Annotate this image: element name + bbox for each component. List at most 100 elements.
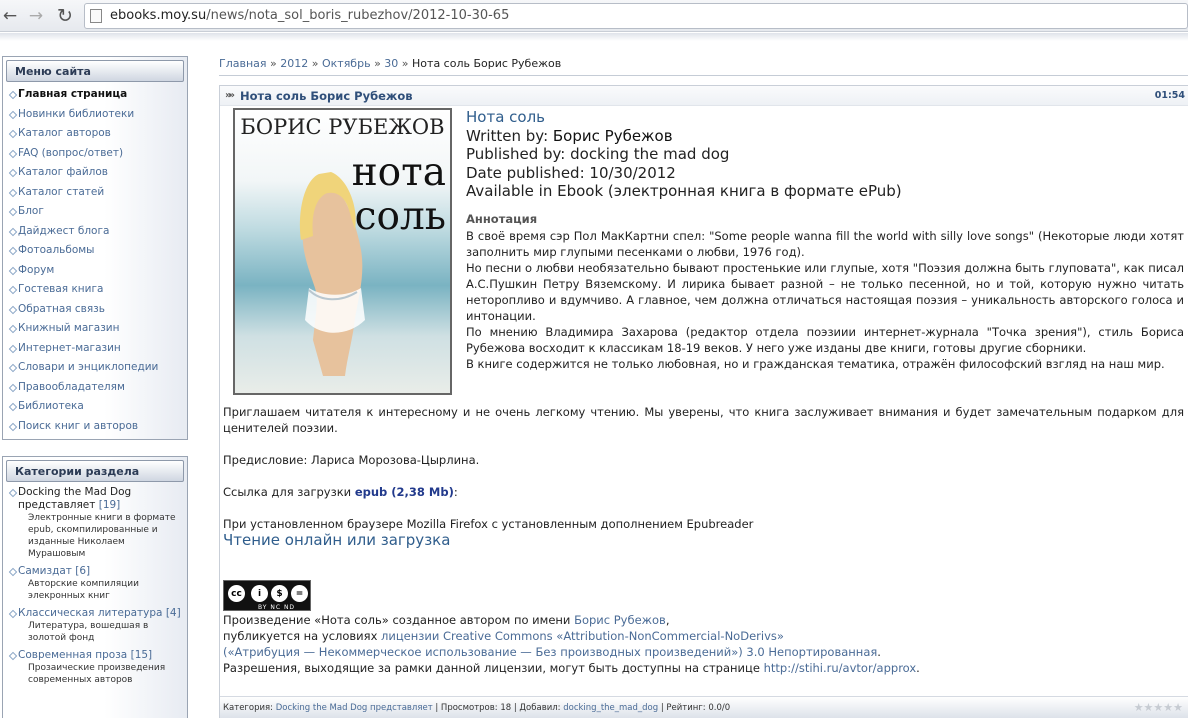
category-link[interactable]: Самиздат [18,565,72,577]
sidebar-menu-item[interactable]: Обратная связь [9,300,187,320]
rating-text: | Рейтинг: 0.0/0 [658,703,731,713]
license-text-part: . [877,645,881,659]
author-name: Борис Рубежов [552,126,673,145]
sidebar-menu-item[interactable]: Гостевая книга [9,280,187,300]
book-title[interactable]: Нота соль [466,108,902,127]
sidebar-menu-item[interactable]: Поиск книг и авторов [9,417,187,437]
breadcrumb-separator: » [270,57,277,70]
category-link[interactable]: Классическая литература [18,607,162,619]
double-arrow-icon: »» [225,90,235,101]
permissions-link[interactable]: http://stihi.ru/avtor/approx [764,661,917,675]
category-item: Самиздат [6] Авторские компиляции элекрон… [9,565,183,602]
license-line: («Атрибуция — Некоммерческое использован… [223,644,920,660]
categories-title: Категории раздела [6,460,184,482]
category-count: [19] [98,499,121,511]
annotation-paragraph: В своё время сэр Пол МакКартни спел: "So… [466,229,1184,259]
category-label: Категория: [223,703,276,713]
address-bar[interactable]: ebooks.moy.su/news/nota_sol_boris_rubezh… [84,3,1188,29]
person-icon: i [250,584,269,603]
sidebar-menu-item[interactable]: Каталог файлов [9,163,187,183]
sidebar-menu-item[interactable]: Дайджест блога [9,222,187,242]
sidebar-menu-item[interactable]: Библиотека [9,397,187,417]
sidebar-menu-item[interactable]: Интернет-магазин [9,339,187,359]
forward-icon[interactable]: → [26,6,46,26]
reload-icon[interactable]: ↻ [55,6,75,26]
author-link[interactable]: Борис Рубежов [574,613,666,627]
category-item: Классическая литература [4] Литература, в… [9,607,183,644]
sidebar-menu-item[interactable]: Словари и энциклопедии [9,358,187,378]
category-count: [6] [75,565,91,577]
annotation-text: В своё время сэр Пол МакКартни спел: "So… [466,228,1184,372]
browser-note: При установленном браузере Mozilla Firef… [223,517,754,531]
creative-commons-badge[interactable]: cc i $ = BY NC ND [223,580,311,611]
sidebar: Меню сайта Главная страница Новинки библи… [0,42,196,718]
license-text-part: публикуется на условиях [223,629,382,643]
sidebar-menu-item[interactable]: Книжный магазин [9,319,187,339]
sidebar-menu-item[interactable]: Фотоальбомы [9,241,187,261]
category-item: Современная проза [15] Прозаические произ… [9,649,183,686]
sidebar-menu-item[interactable]: Каталог авторов [9,124,187,144]
license-link[interactable]: лицензии Creative Commons «Attribution-N… [381,629,784,643]
breadcrumb-separator: » [401,57,409,70]
book-cover-image: БОРИС РУБЕЖОВ нота соль [233,108,452,395]
category-link[interactable]: Современная проза [18,649,127,661]
written-by: Written by: Борис Рубежов [466,127,902,146]
url-path: /news/nota_sol_boris_rubezhov/2012-10-30… [206,8,510,23]
read-online-link[interactable]: Чтение онлайн или загрузка [223,531,450,549]
entry-title[interactable]: Нота соль Борис Рубежов [240,89,413,103]
category-description: Прозаические произведения современных ав… [28,663,166,685]
category-title[interactable]: Современная проза [15] [18,649,183,662]
category-count: [15] [130,649,153,661]
license-line: Разрешения, выходящие за рамки данной ли… [223,660,920,676]
url-text[interactable]: ebooks.moy.su/news/nota_sol_boris_rubezh… [110,8,509,23]
breadcrumb-month[interactable]: Октябрь [322,57,371,70]
category-description: Литература, вошедшая в золотой фонд [28,621,149,643]
download-line: Ссылка для загрузки epub (2,38 Mb): [223,484,458,500]
header-strip [0,33,1188,41]
category-title[interactable]: Самиздат [6] [18,565,183,578]
breadcrumb-divider [219,75,1188,76]
category-description: Авторские компиляции элекронных книг [28,579,140,601]
annotation-paragraph: В книге содержится не только любовная, н… [466,357,1165,371]
sidebar-menu-item[interactable]: FAQ (вопрос/ответ) [9,144,187,164]
book-meta: Нота соль Written by: Борис Рубежов Publ… [466,108,902,201]
sidebar-menu-item[interactable]: Правообладателям [9,378,187,398]
published-by: Published by: docking the mad dog [466,145,730,163]
annotation-label: Аннотация [466,212,538,226]
sidebar-menu-item[interactable]: Форум [9,261,187,281]
license-text-part: . [916,661,920,675]
breadcrumb-current: Нота соль Борис Рубежов [412,57,562,70]
written-by-label: Written by: [466,126,553,145]
download-suffix: : [453,485,458,499]
category-title[interactable]: Классическая литература [4] [18,607,183,620]
category-title[interactable]: Docking the Mad Dog представляет [19] [18,486,183,512]
category-link[interactable]: Docking the Mad Dog представляет [276,703,433,713]
breadcrumb-day[interactable]: 30 [384,57,398,70]
breadcrumb-home[interactable]: Главная [219,57,267,70]
download-epub-link[interactable]: epub (2,38 Mb) [355,485,454,499]
sidebar-menu-item[interactable]: Каталог статей [9,183,187,203]
license-text: Произведение «Нота соль» созданное автор… [223,612,920,676]
browser-toolbar: ← → ↻ ebooks.moy.su/news/nota_sol_boris_… [0,0,1188,32]
breadcrumb-separator: » [311,57,319,70]
preface: Предисловие: Лариса Морозова-Цырлина. [223,453,480,467]
sidebar-menu-item[interactable]: Новинки библиотеки [9,105,187,125]
sidebar-menu-item[interactable]: Главная страница [9,85,187,105]
back-icon[interactable]: ← [0,6,20,26]
license-ru-link[interactable]: («Атрибуция — Некоммерческое использован… [223,645,877,659]
page-icon [90,9,102,23]
views-count: | Просмотров: 18 | Добавил: [432,703,564,713]
url-host: ebooks.moy.su [110,8,207,23]
category-count: [4] [165,607,181,619]
no-money-icon: $ [270,584,289,603]
license-text-part: Разрешения, выходящие за рамки данной ли… [223,661,764,675]
entry-time: 01:54 [1154,90,1185,101]
rating-stars[interactable]: ★★★★★ [1134,701,1183,714]
breadcrumb-year[interactable]: 2012 [280,57,308,70]
license-line: Произведение «Нота соль» созданное автор… [223,612,920,628]
no-derivs-icon: = [290,584,309,603]
added-by-link[interactable]: docking_the_mad_dog [563,703,658,713]
category-description: Электронные книги в формате epub, скомпи… [28,513,176,559]
cover-author: БОРИС РУБЕЖОВ [240,115,445,139]
sidebar-menu-item[interactable]: Блог [9,202,187,222]
